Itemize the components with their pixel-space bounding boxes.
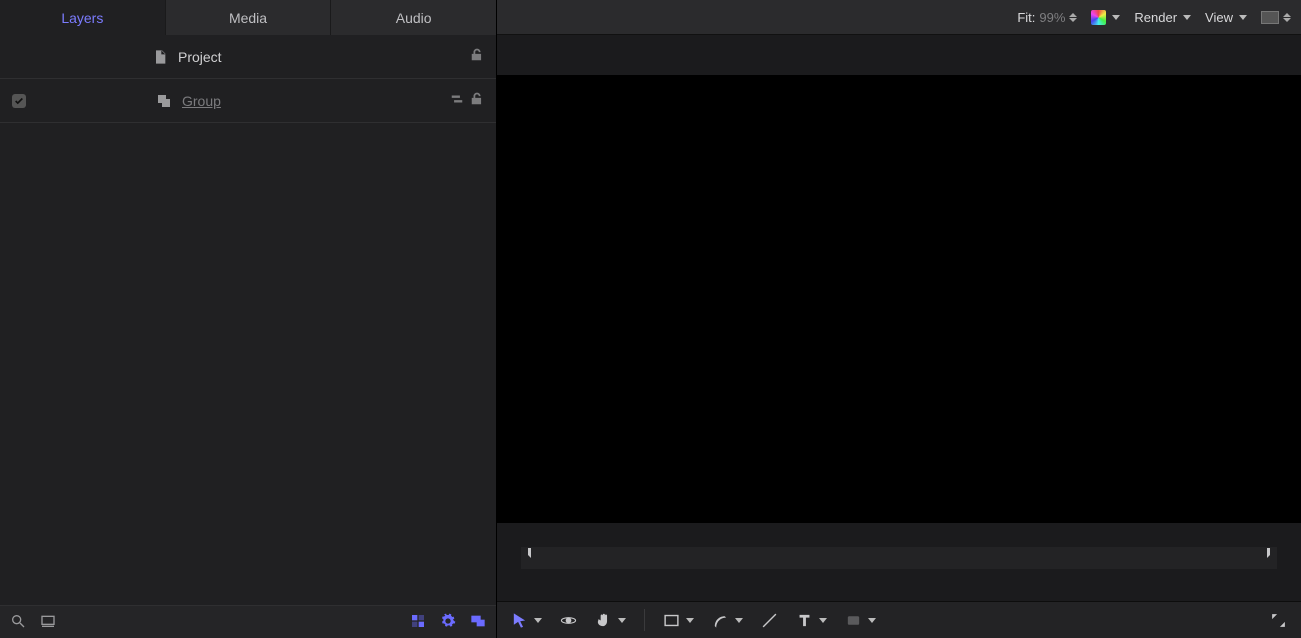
separator xyxy=(644,609,645,631)
chevron-down-icon xyxy=(686,618,694,623)
in-marker-icon[interactable] xyxy=(525,545,537,564)
screens-icon[interactable] xyxy=(470,613,486,632)
color-wheel-icon xyxy=(1091,10,1106,25)
frame-icon[interactable] xyxy=(40,613,56,632)
layer-row-project[interactable]: Project xyxy=(0,35,496,79)
right-panel: Fit: 99% Render View xyxy=(497,0,1301,638)
chevron-down-icon xyxy=(1112,15,1120,20)
visibility-checkbox[interactable] xyxy=(12,94,26,108)
chevron-down-icon xyxy=(1239,15,1247,20)
text-tool[interactable] xyxy=(796,612,827,629)
layout-stepper[interactable] xyxy=(1283,13,1291,22)
mini-timeline[interactable] xyxy=(497,523,1301,601)
fit-stepper[interactable] xyxy=(1069,13,1077,22)
lock-icon[interactable] xyxy=(470,48,484,65)
checker-icon[interactable] xyxy=(410,613,426,632)
left-footer xyxy=(0,605,496,638)
layer-label: Group xyxy=(182,93,221,109)
chevron-down-icon xyxy=(868,618,876,623)
render-label: Render xyxy=(1134,10,1177,25)
tab-audio[interactable]: Audio xyxy=(331,0,496,35)
arrow-tool[interactable] xyxy=(511,612,542,629)
rectangle-tool[interactable] xyxy=(663,612,694,629)
left-panel: Layers Media Audio Project xyxy=(0,0,497,638)
view-menu[interactable]: View xyxy=(1205,10,1247,25)
chevron-down-icon xyxy=(534,618,542,623)
layer-label: Project xyxy=(178,49,470,65)
layers-empty-area xyxy=(0,123,496,605)
gear-icon[interactable] xyxy=(440,613,456,632)
color-channel-menu[interactable] xyxy=(1091,10,1120,25)
viewer-topbar: Fit: 99% Render View xyxy=(497,0,1301,35)
search-icon[interactable] xyxy=(10,613,26,632)
tab-media[interactable]: Media xyxy=(166,0,332,35)
tab-label: Audio xyxy=(396,10,432,26)
pen-tool[interactable] xyxy=(712,612,743,629)
tab-layers[interactable]: Layers xyxy=(0,0,166,35)
line-tool[interactable] xyxy=(761,612,778,629)
expand-icon[interactable] xyxy=(1270,612,1287,629)
tab-label: Layers xyxy=(61,10,103,26)
layout-icon xyxy=(1261,11,1279,24)
timeline-track[interactable] xyxy=(521,547,1277,569)
canvas-area xyxy=(497,35,1301,601)
fit-value: 99% xyxy=(1039,10,1065,25)
chevron-down-icon xyxy=(819,618,827,623)
viewer-toolbar xyxy=(497,601,1301,638)
canvas[interactable] xyxy=(497,75,1301,523)
mask-tool[interactable] xyxy=(845,612,876,629)
hand-tool[interactable] xyxy=(595,612,626,629)
tab-label: Media xyxy=(229,10,267,26)
orbit-tool[interactable] xyxy=(560,612,577,629)
layer-row-group[interactable]: Group xyxy=(0,79,496,123)
render-menu[interactable]: Render xyxy=(1134,10,1191,25)
view-label: View xyxy=(1205,10,1233,25)
fit-label: Fit: xyxy=(1017,10,1035,25)
stack-icon[interactable] xyxy=(450,92,464,109)
fit-control[interactable]: Fit: 99% xyxy=(1017,10,1077,25)
chevron-down-icon xyxy=(1183,15,1191,20)
out-marker-icon[interactable] xyxy=(1261,545,1273,564)
page-icon xyxy=(150,49,170,65)
chevron-down-icon xyxy=(735,618,743,623)
group-icon xyxy=(154,93,174,109)
chevron-down-icon xyxy=(618,618,626,623)
tab-bar: Layers Media Audio xyxy=(0,0,496,35)
layout-menu[interactable] xyxy=(1261,11,1291,24)
lock-icon[interactable] xyxy=(470,92,484,109)
